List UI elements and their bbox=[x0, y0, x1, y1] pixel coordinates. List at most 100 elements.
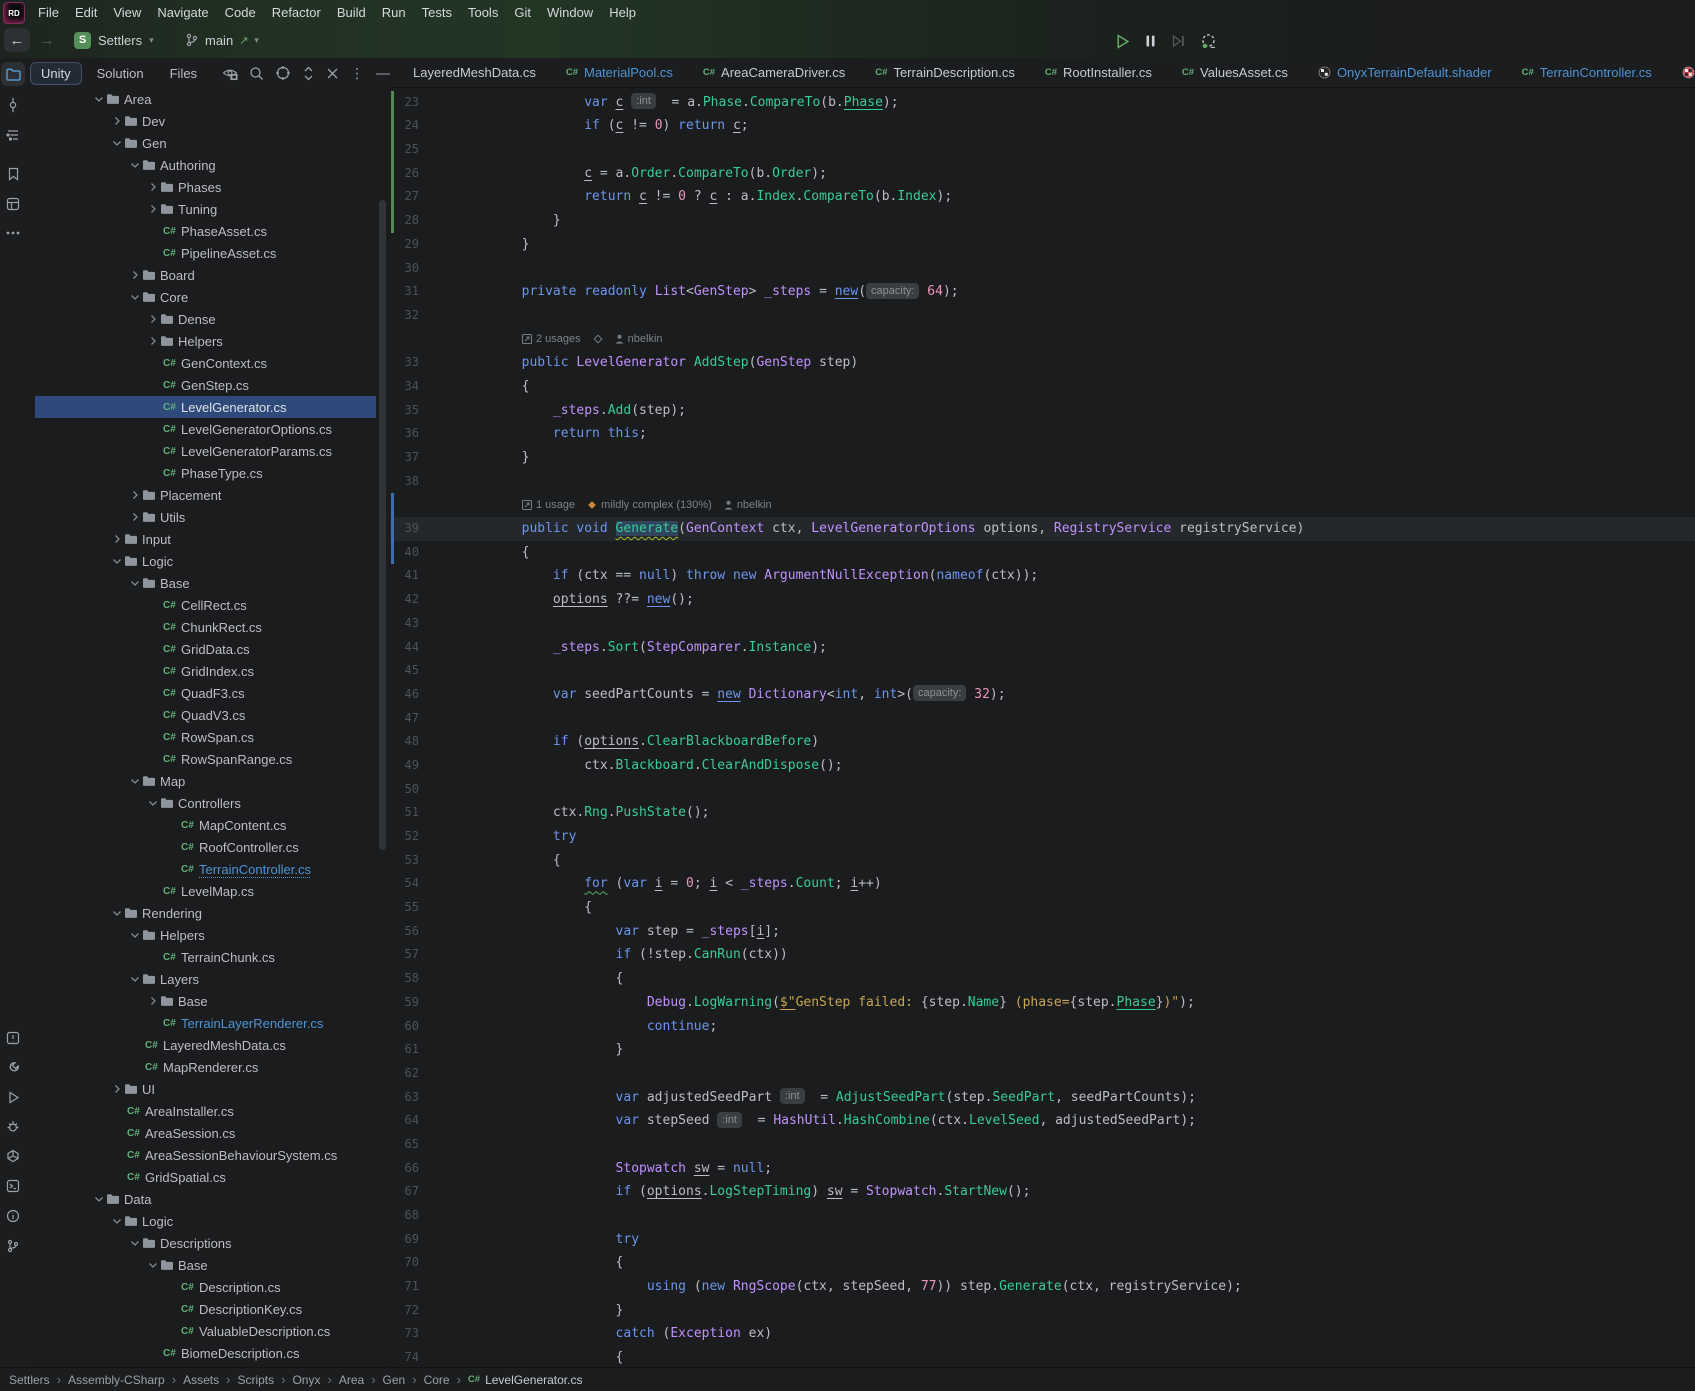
editor-tab-OnyxTerrainDefault.shader[interactable]: OnyxTerrainDefault.shader bbox=[1303, 58, 1507, 87]
code-line-33[interactable]: 33 public LevelGenerator AddStep(GenStep… bbox=[390, 351, 1695, 375]
code-line-57[interactable]: 57 if (!step.CanRun(ctx)) bbox=[390, 943, 1695, 967]
line-number[interactable]: 60 bbox=[390, 1015, 459, 1039]
code-line-53[interactable]: 53 { bbox=[390, 849, 1695, 873]
tree-item-Data[interactable]: Data bbox=[26, 1188, 389, 1210]
chevron-down-icon[interactable] bbox=[128, 973, 142, 985]
line-number[interactable]: 72 bbox=[390, 1299, 459, 1323]
more-actions-icon[interactable]: ⋮ bbox=[350, 65, 365, 82]
line-number[interactable]: 67 bbox=[390, 1180, 459, 1204]
branch-selector[interactable]: main ↗ ▾ bbox=[185, 28, 259, 52]
tree-item-Area[interactable]: Area bbox=[26, 88, 389, 110]
code-line-59[interactable]: 59 Debug.LogWarning($"GenStep failed: {s… bbox=[390, 991, 1695, 1015]
code-line-37[interactable]: 37 } bbox=[390, 446, 1695, 470]
tree-item-GenContext.cs[interactable]: C#GenContext.cs bbox=[26, 352, 389, 374]
menu-git[interactable]: Git bbox=[506, 5, 539, 20]
line-number[interactable]: 48 bbox=[390, 730, 459, 754]
line-number[interactable]: 28 bbox=[390, 209, 459, 233]
line-number[interactable]: 74 bbox=[390, 1346, 459, 1367]
tree-item-Logic[interactable]: Logic bbox=[26, 550, 389, 572]
code-line-24[interactable]: 24 if (c != 0) return c; bbox=[390, 114, 1695, 138]
code-line-66[interactable]: 66 Stopwatch sw = null; bbox=[390, 1157, 1695, 1181]
tree-item-Phases[interactable]: Phases bbox=[26, 176, 389, 198]
chevron-right-icon[interactable] bbox=[146, 335, 160, 347]
breadcrumb-item-settlers[interactable]: Settlers bbox=[9, 1373, 50, 1387]
menu-code[interactable]: Code bbox=[217, 5, 264, 20]
line-number[interactable]: 45 bbox=[390, 659, 459, 683]
tree-item-Dense[interactable]: Dense bbox=[26, 308, 389, 330]
chevron-down-icon[interactable] bbox=[92, 1193, 106, 1205]
code-line-63[interactable]: 63 var adjustedSeedPart :int = AdjustSee… bbox=[390, 1086, 1695, 1110]
line-number[interactable]: 26 bbox=[390, 162, 459, 186]
tree-item-Logic[interactable]: Logic bbox=[26, 1210, 389, 1232]
panel-tab-unity[interactable]: Unity bbox=[30, 62, 82, 85]
line-number[interactable]: 38 bbox=[390, 470, 459, 494]
chevron-down-icon[interactable] bbox=[110, 907, 124, 919]
tree-item-Map[interactable]: Map bbox=[26, 770, 389, 792]
line-number[interactable]: 58 bbox=[390, 967, 459, 991]
code-line-56[interactable]: 56 var step = _steps[i]; bbox=[390, 920, 1695, 944]
profiler-button[interactable] bbox=[1200, 33, 1217, 50]
breadcrumb-file[interactable]: C# LevelGenerator.cs bbox=[468, 1373, 583, 1387]
line-number[interactable]: 42 bbox=[390, 588, 459, 612]
line-number[interactable]: 34 bbox=[390, 375, 459, 399]
project-tool-icon[interactable] bbox=[1, 62, 25, 86]
chevron-down-icon[interactable] bbox=[128, 1237, 142, 1249]
tree-item-Core[interactable]: Core bbox=[26, 286, 389, 308]
code-line-52[interactable]: 52 try bbox=[390, 825, 1695, 849]
line-number[interactable]: 68 bbox=[390, 1204, 459, 1228]
tree-item-Descriptions[interactable]: Descriptions bbox=[26, 1232, 389, 1254]
chevron-right-icon[interactable] bbox=[110, 1083, 124, 1095]
chevron-down-icon[interactable] bbox=[128, 929, 142, 941]
tree-item-TerrainChunk.cs[interactable]: C#TerrainChunk.cs bbox=[26, 946, 389, 968]
more-tool-windows-icon[interactable] bbox=[1, 221, 25, 245]
line-number[interactable]: 66 bbox=[390, 1157, 459, 1181]
editor-tab-MaterialPool.cs[interactable]: C#MaterialPool.cs bbox=[551, 58, 688, 87]
breadcrumb-item-assets[interactable]: Assets bbox=[183, 1373, 219, 1387]
project-tree[interactable]: AreaDevGenAuthoringPhasesTuningC#PhaseAs… bbox=[26, 88, 389, 1367]
chevron-down-icon[interactable] bbox=[92, 93, 106, 105]
tree-item-RowSpanRange.cs[interactable]: C#RowSpanRange.cs bbox=[26, 748, 389, 770]
code-line-64[interactable]: 64 var stepSeed :int = HashUtil.HashComb… bbox=[390, 1109, 1695, 1133]
line-number[interactable]: 35 bbox=[390, 399, 459, 423]
code-line-28[interactable]: 28 } bbox=[390, 209, 1695, 233]
terminal-tool-icon[interactable] bbox=[1, 1174, 25, 1198]
line-number[interactable]: 31 bbox=[390, 280, 459, 304]
editor-tab-TerrainController.cs[interactable]: C#TerrainController.cs bbox=[1507, 58, 1667, 87]
chevron-right-icon[interactable] bbox=[110, 533, 124, 545]
code-line-34[interactable]: 34 { bbox=[390, 375, 1695, 399]
code-line-71[interactable]: 71 using (new RngScope(ctx, stepSeed, 77… bbox=[390, 1275, 1695, 1299]
menu-build[interactable]: Build bbox=[329, 5, 374, 20]
tree-item-Layers[interactable]: Layers bbox=[26, 968, 389, 990]
tree-item-LevelGeneratorOptions.cs[interactable]: C#LevelGeneratorOptions.cs bbox=[26, 418, 389, 440]
code-line-65[interactable]: 65 bbox=[390, 1133, 1695, 1157]
line-number[interactable]: 40 bbox=[390, 541, 459, 565]
tree-item-Tuning[interactable]: Tuning bbox=[26, 198, 389, 220]
line-number[interactable]: 65 bbox=[390, 1133, 459, 1157]
tree-item-PipelineAsset.cs[interactable]: C#PipelineAsset.cs bbox=[26, 242, 389, 264]
line-number[interactable]: 71 bbox=[390, 1275, 459, 1299]
tree-item-AreaInstaller.cs[interactable]: C#AreaInstaller.cs bbox=[26, 1100, 389, 1122]
structure-tool-icon[interactable] bbox=[1, 123, 25, 147]
view-options-icon[interactable] bbox=[222, 66, 238, 81]
tree-item-RoofController.cs[interactable]: C#RoofController.cs bbox=[26, 836, 389, 858]
version-control-tool-icon[interactable] bbox=[1, 1234, 25, 1258]
menu-navigate[interactable]: Navigate bbox=[149, 5, 216, 20]
line-number[interactable]: 63 bbox=[390, 1086, 459, 1110]
code-line-23[interactable]: 23 var c :int = a.Phase.CompareTo(b.Phas… bbox=[390, 91, 1695, 115]
bookmarks-tool-icon[interactable] bbox=[1, 162, 25, 186]
project-selector[interactable]: S Settlers ▾ bbox=[74, 28, 154, 52]
code-line-48[interactable]: 48 if (options.ClearBlackboardBefore) bbox=[390, 730, 1695, 754]
tree-item-Utils[interactable]: Utils bbox=[26, 506, 389, 528]
code-vision-diamond[interactable] bbox=[593, 334, 603, 344]
code-line-54[interactable]: 54 for (var i = 0; i < _steps.Count; i++… bbox=[390, 872, 1695, 896]
chevron-down-icon[interactable] bbox=[146, 1259, 160, 1271]
tree-item-MapRenderer.cs[interactable]: C#MapRenderer.cs bbox=[26, 1056, 389, 1078]
code-line-50[interactable]: 50 bbox=[390, 778, 1695, 802]
line-number[interactable]: 36 bbox=[390, 422, 459, 446]
menu-tools[interactable]: Tools bbox=[460, 5, 506, 20]
chevron-down-icon[interactable] bbox=[110, 137, 124, 149]
line-number[interactable]: 57 bbox=[390, 943, 459, 967]
line-number[interactable]: 53 bbox=[390, 849, 459, 873]
tree-item-GridIndex.cs[interactable]: C#GridIndex.cs bbox=[26, 660, 389, 682]
locate-file-icon[interactable] bbox=[275, 65, 291, 81]
